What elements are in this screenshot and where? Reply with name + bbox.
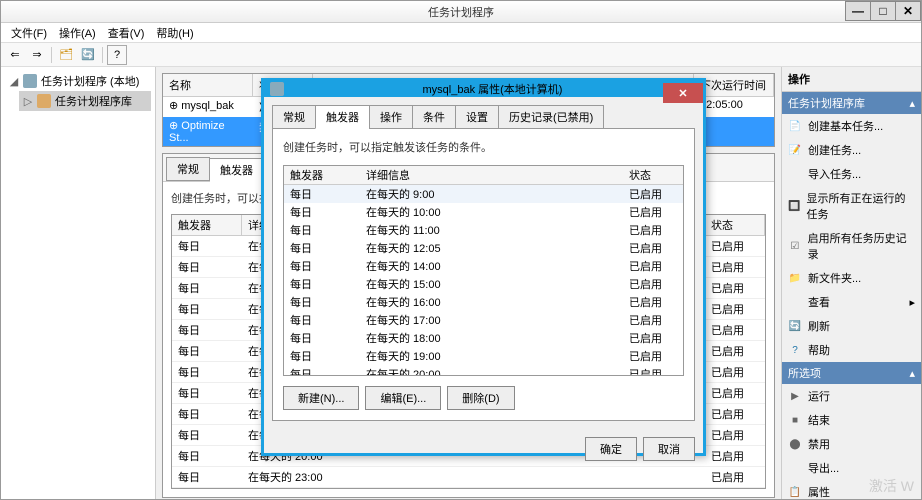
action-item[interactable]: ▶运行 bbox=[782, 384, 921, 408]
folder-icon bbox=[37, 94, 51, 108]
tree-panel: ◢ 任务计划程序 (本地) ▷ 任务计划程序库 bbox=[1, 67, 156, 499]
dialog-close-button[interactable]: ✕ bbox=[663, 83, 703, 103]
action-item[interactable]: ■结束 bbox=[782, 408, 921, 432]
action-item[interactable]: ⬤禁用 bbox=[782, 432, 921, 456]
table-row[interactable]: 每日在每天的 23:00已启用 bbox=[172, 467, 765, 488]
collapse-icon[interactable]: ◢ bbox=[9, 75, 19, 88]
table-row[interactable]: 每日在每天的 14:00已启用 bbox=[284, 257, 683, 275]
dialog-trigger-table: 触发器 详细信息 状态 每日在每天的 9:00已启用每日在每天的 10:00已启… bbox=[283, 165, 684, 376]
action-icon: ? bbox=[788, 343, 802, 357]
edit-trigger-button[interactable]: 编辑(E)... bbox=[365, 386, 441, 410]
menu-bar: 文件(F)操作(A)查看(V)帮助(H) bbox=[1, 23, 921, 43]
table-row[interactable]: 每日在每天的 12:05已启用 bbox=[284, 239, 683, 257]
maximize-button[interactable]: □ bbox=[870, 1, 896, 21]
watermark: 激活 W bbox=[869, 476, 914, 496]
action-icon: ⬤ bbox=[788, 437, 802, 451]
action-icon: 📁 bbox=[788, 271, 802, 285]
dialog-title: mysql_bak 属性(本地计算机) bbox=[288, 81, 697, 97]
dt-col-status[interactable]: 状态 bbox=[623, 166, 683, 184]
close-button[interactable]: ✕ bbox=[895, 1, 921, 21]
action-icon: ☑ bbox=[788, 239, 802, 253]
properties-dialog: mysql_bak 属性(本地计算机) ✕ 常规触发器操作条件设置历史记录(已禁… bbox=[261, 78, 706, 456]
back-icon[interactable]: ⇐ bbox=[5, 45, 25, 65]
action-item[interactable]: 查看▸ bbox=[782, 290, 921, 314]
toolbar: ⇐ ⇒ 🗂 🔄 ? bbox=[1, 43, 921, 67]
dialog-tab[interactable]: 条件 bbox=[412, 105, 456, 129]
delete-trigger-button[interactable]: 删除(D) bbox=[447, 386, 514, 410]
collapse-icon[interactable]: ▴ bbox=[909, 97, 915, 110]
table-row[interactable]: 每日在每天的 9:00已启用 bbox=[284, 185, 683, 203]
bt-col-status[interactable]: 状态 bbox=[705, 215, 765, 235]
menu-item[interactable]: 查看(V) bbox=[102, 23, 151, 43]
tab[interactable]: 常规 bbox=[166, 157, 210, 181]
tab[interactable]: 触发器 bbox=[209, 158, 264, 182]
action-icon: ■ bbox=[788, 413, 802, 427]
table-row[interactable]: 每日在每天的 17:00已启用 bbox=[284, 311, 683, 329]
dialog-desc: 创建任务时，可以指定触发该任务的条件。 bbox=[283, 139, 684, 155]
menu-item[interactable]: 文件(F) bbox=[5, 23, 53, 43]
action-item[interactable]: ?帮助 bbox=[782, 338, 921, 362]
window-title: 任务计划程序 bbox=[1, 4, 921, 20]
dialog-title-bar[interactable]: mysql_bak 属性(本地计算机) ✕ bbox=[264, 81, 703, 97]
actions-section-library: 任务计划程序库▴ bbox=[782, 92, 921, 114]
help-icon[interactable]: ? bbox=[107, 45, 127, 65]
action-icon: 📋 bbox=[788, 485, 802, 499]
col-next[interactable]: 下次运行时间 bbox=[694, 74, 774, 96]
forward-icon[interactable]: ⇒ bbox=[27, 45, 47, 65]
action-icon bbox=[788, 461, 802, 475]
dialog-tab[interactable]: 操作 bbox=[369, 105, 413, 129]
chevron-right-icon: ▸ bbox=[909, 296, 915, 309]
action-icon: 🔲 bbox=[788, 199, 801, 213]
action-icon: 📄 bbox=[788, 119, 802, 133]
dialog-tab[interactable]: 常规 bbox=[272, 105, 316, 129]
tree-child-label: 任务计划程序库 bbox=[55, 93, 132, 109]
dt-col-detail[interactable]: 详细信息 bbox=[360, 166, 623, 184]
clock-icon bbox=[23, 74, 37, 88]
action-item[interactable]: 📝创建任务... bbox=[782, 138, 921, 162]
dt-col-trigger[interactable]: 触发器 bbox=[284, 166, 360, 184]
dialog-tab[interactable]: 设置 bbox=[455, 105, 499, 129]
action-icon: 🔄 bbox=[788, 319, 802, 333]
action-item[interactable]: 📄创建基本任务... bbox=[782, 114, 921, 138]
action-icon: 📝 bbox=[788, 143, 802, 157]
refresh-icon[interactable]: 🔄 bbox=[78, 45, 98, 65]
table-row[interactable]: 每日在每天的 16:00已启用 bbox=[284, 293, 683, 311]
ok-button[interactable]: 确定 bbox=[585, 437, 637, 461]
table-row[interactable]: 每日在每天的 18:00已启用 bbox=[284, 329, 683, 347]
table-row[interactable]: 每日在每天的 20:00已启用 bbox=[284, 365, 683, 375]
action-item[interactable]: 🔄刷新 bbox=[782, 314, 921, 338]
dialog-tab[interactable]: 历史记录(已禁用) bbox=[498, 105, 604, 129]
bt-col-trigger[interactable]: 触发器 bbox=[172, 215, 242, 235]
col-name[interactable]: 名称 bbox=[163, 74, 253, 96]
action-item[interactable]: ☑启用所有任务历史记录 bbox=[782, 226, 921, 266]
actions-header: 操作 bbox=[782, 67, 921, 92]
expand-icon[interactable]: ▷ bbox=[23, 95, 33, 108]
menu-item[interactable]: 帮助(H) bbox=[150, 23, 199, 43]
menu-item[interactable]: 操作(A) bbox=[53, 23, 102, 43]
tree-root[interactable]: ◢ 任务计划程序 (本地) bbox=[5, 71, 151, 91]
title-bar: 任务计划程序 — □ ✕ bbox=[1, 1, 921, 23]
action-item[interactable]: 🔲显示所有正在运行的任务 bbox=[782, 186, 921, 226]
action-icon bbox=[788, 295, 802, 309]
table-row[interactable]: 每日在每天的 10:00已启用 bbox=[284, 203, 683, 221]
actions-section-selected: 所选项▴ bbox=[782, 362, 921, 384]
table-row[interactable]: 每日在每天的 19:00已启用 bbox=[284, 347, 683, 365]
action-item[interactable]: 导入任务... bbox=[782, 162, 921, 186]
cancel-button[interactable]: 取消 bbox=[643, 437, 695, 461]
minimize-button[interactable]: — bbox=[845, 1, 871, 21]
new-trigger-button[interactable]: 新建(N)... bbox=[283, 386, 359, 410]
dialog-tab[interactable]: 触发器 bbox=[315, 105, 370, 129]
table-row[interactable]: 每日在每天的 11:00已启用 bbox=[284, 221, 683, 239]
action-item[interactable]: 📁新文件夹... bbox=[782, 266, 921, 290]
dialog-icon bbox=[270, 82, 284, 96]
tree-child[interactable]: ▷ 任务计划程序库 bbox=[19, 91, 151, 111]
action-icon[interactable]: 🗂 bbox=[56, 45, 76, 65]
collapse-icon[interactable]: ▴ bbox=[909, 367, 915, 380]
action-icon bbox=[788, 167, 802, 181]
action-icon: ▶ bbox=[788, 389, 802, 403]
table-row[interactable]: 每日在每天的 15:00已启用 bbox=[284, 275, 683, 293]
tree-root-label: 任务计划程序 (本地) bbox=[41, 73, 139, 89]
dialog-tabs: 常规触发器操作条件设置历史记录(已禁用) bbox=[272, 105, 695, 129]
actions-panel: 操作 任务计划程序库▴ 📄创建基本任务...📝创建任务...导入任务...🔲显示… bbox=[781, 67, 921, 499]
